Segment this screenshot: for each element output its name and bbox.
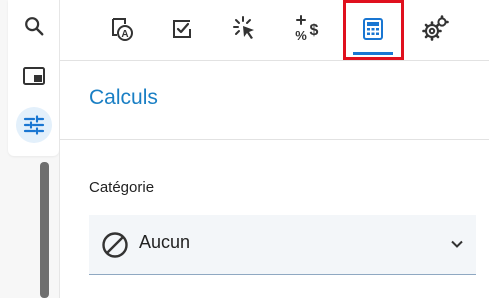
svg-text:A: A (121, 29, 128, 40)
svg-text:%: % (295, 28, 307, 43)
map-pin-a-icon: A (112, 18, 133, 41)
main-panel: A % $ Calculs Catégorie Aucun (59, 0, 489, 298)
search-button[interactable] (16, 8, 52, 44)
chevron-down-icon (451, 240, 463, 248)
none-icon (102, 232, 128, 258)
svg-text:$: $ (310, 22, 319, 39)
tab-checklist[interactable] (160, 4, 204, 54)
tab-location[interactable]: A (99, 4, 143, 54)
tab-bar: A % $ (60, 0, 489, 61)
scrollbar[interactable] (40, 162, 49, 298)
sliders-button[interactable] (16, 107, 52, 143)
page-title: Calculs (89, 86, 158, 109)
panel-layout-button[interactable] (16, 58, 52, 94)
category-label: Catégorie (89, 179, 155, 196)
tab-formatting[interactable]: % $ (286, 4, 330, 54)
tab-interaction[interactable] (224, 4, 268, 54)
category-selected-value: Aucun (139, 232, 191, 252)
tab-settings[interactable] (413, 4, 457, 54)
cursor-click-icon (233, 16, 254, 39)
active-tab-highlight (343, 0, 404, 60)
sliders-icon (23, 115, 45, 135)
plus-percent-dollar-icon: % $ (295, 15, 319, 43)
gears-icon (422, 15, 449, 41)
panel-layout-icon (23, 67, 45, 85)
left-toolbar (8, 0, 59, 156)
checkbox-icon (173, 20, 191, 38)
title-divider (60, 139, 489, 140)
search-icon (25, 17, 44, 36)
category-select[interactable]: Aucun (89, 215, 476, 275)
